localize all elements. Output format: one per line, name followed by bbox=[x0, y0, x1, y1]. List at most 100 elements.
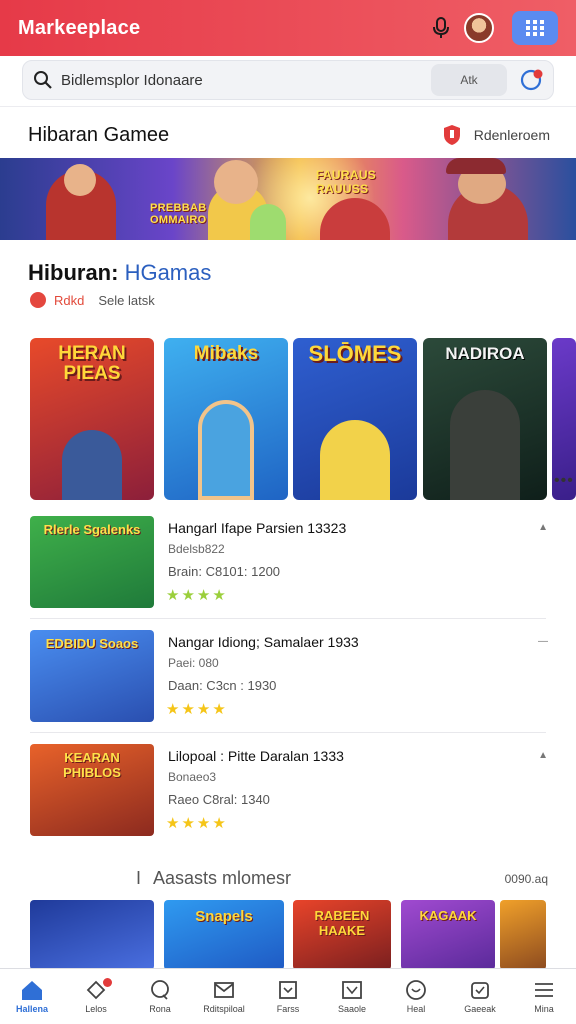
list-divider bbox=[30, 618, 546, 619]
nav-item-menu[interactable]: Mina bbox=[512, 969, 576, 1024]
recommend-card-title: RABEEN HAAKE bbox=[314, 908, 370, 938]
chevron-down-icon[interactable]: ▲ bbox=[538, 522, 548, 533]
nav-item-notifications[interactable]: Lelos bbox=[64, 969, 128, 1024]
nav-item-favorites[interactable]: Heal bbox=[384, 969, 448, 1024]
more-games-indicator[interactable]: ••• bbox=[554, 472, 574, 490]
list-item-rating: ★★★★ bbox=[166, 587, 228, 604]
banner-pet bbox=[250, 204, 286, 240]
game-card-title: Mibaks bbox=[193, 343, 259, 364]
nav-label: Mina bbox=[534, 1004, 554, 1014]
apps-grid-button[interactable] bbox=[512, 11, 558, 45]
recommend-more-link[interactable]: 0090.aq bbox=[505, 872, 548, 886]
games-section-title: Hiburan: HGamas bbox=[28, 260, 211, 286]
bottom-navigation: Hallena Lelos Rona Rditspiloal Farss Saa… bbox=[0, 968, 576, 1024]
nav-label: Saaole bbox=[337, 1004, 367, 1014]
search-bar: Bidlemsplor Idonaare Atk bbox=[22, 60, 554, 100]
games-section-subtitle: Rdkd Sele latsk bbox=[30, 292, 155, 308]
game-card[interactable]: Mibaks bbox=[164, 338, 288, 500]
games-section-title-accent: HGamas bbox=[118, 260, 212, 285]
mail-icon bbox=[214, 982, 234, 998]
banner-character-center-head bbox=[214, 160, 258, 204]
nav-label: Rona bbox=[149, 1004, 171, 1014]
list-divider bbox=[30, 732, 546, 733]
list-item-rating: ★★★★ bbox=[166, 701, 228, 718]
section-link-label: Rdenleroem bbox=[473, 127, 550, 143]
section-header-top: Hibaran Gamee Rdenleroem bbox=[28, 120, 550, 150]
app-title: Markeeplace bbox=[18, 16, 141, 39]
list-item-meta: Bonaeo3 bbox=[168, 770, 217, 784]
game-card[interactable]: NADIROA bbox=[423, 338, 547, 500]
games-sub-label[interactable]: Sele latsk bbox=[98, 293, 154, 308]
game-card-title: NADIROA bbox=[445, 344, 525, 363]
cart-button[interactable] bbox=[515, 64, 549, 96]
recommend-title: Aasasts mlomesr bbox=[153, 868, 292, 888]
section-link[interactable]: Rdenleroem bbox=[442, 124, 550, 146]
recommend-section-header: I Aasasts mlomesr 0090.aq bbox=[136, 868, 548, 889]
microphone-icon[interactable] bbox=[424, 11, 458, 45]
list-item-meta: Paei: 080 bbox=[168, 656, 219, 670]
section-title: Hibaran Gamee bbox=[28, 123, 170, 146]
camera-search-button[interactable]: Atk bbox=[431, 64, 507, 96]
shield-badge-icon bbox=[443, 125, 460, 145]
list-item[interactable]: KEARAN PHIBLOS Lilopoal : Pitte Daralan … bbox=[30, 744, 550, 836]
chevron-down-icon[interactable]: — bbox=[538, 636, 548, 647]
nav-item-chat[interactable]: Rona bbox=[128, 969, 192, 1024]
game-card[interactable]: HERAN PIEAS bbox=[30, 338, 154, 500]
tag-icon bbox=[279, 981, 297, 999]
nav-item-home[interactable]: Hallena bbox=[0, 969, 64, 1024]
recommend-prefix: I bbox=[136, 868, 142, 888]
gift-icon bbox=[471, 982, 489, 999]
list-item-thumb-title: KEARAN PHIBLOS bbox=[63, 750, 121, 780]
nav-label: Gaeeak bbox=[464, 1004, 496, 1014]
nav-label: Farss bbox=[276, 1004, 300, 1014]
nav-item-gifts[interactable]: Gaeeak bbox=[448, 969, 512, 1024]
banner-character-right-cap bbox=[446, 158, 506, 174]
nav-item-inbox[interactable]: Saaole bbox=[320, 969, 384, 1024]
list-item[interactable]: Rlerle Sgalenks Hangarl Ifape Parsien 13… bbox=[30, 516, 550, 608]
game-card-art bbox=[320, 420, 390, 500]
games-badge-label: Rdkd bbox=[54, 292, 85, 308]
inbox-icon bbox=[342, 981, 362, 999]
chat-icon bbox=[151, 980, 169, 1000]
banner-text-left: PREBBAB OMMAIRO bbox=[150, 202, 207, 226]
chevron-up-icon[interactable]: ▲ bbox=[538, 750, 548, 761]
list-item-meta: Brain: C8101: 1200 bbox=[168, 564, 281, 579]
nav-label: Rditspiloal bbox=[203, 1004, 245, 1014]
nav-item-mail[interactable]: Rditspiloal bbox=[192, 969, 256, 1024]
recommend-card-title: KAGAAK bbox=[419, 908, 477, 923]
nav-item-tags[interactable]: Farss bbox=[256, 969, 320, 1024]
list-item[interactable]: EDBIDU Soaos Nangar Idiong; Samalaer 193… bbox=[30, 630, 550, 722]
fire-icon bbox=[30, 292, 46, 308]
recommend-card-title: Snapels bbox=[195, 908, 253, 925]
games-section-title-main: Hiburan: bbox=[28, 260, 119, 285]
notification-badge bbox=[103, 978, 112, 987]
recommend-card[interactable]: KAGAAK bbox=[401, 900, 495, 970]
search-input[interactable]: Bidlemsplor Idonaare bbox=[61, 72, 431, 89]
list-item-name: Nangar Idiong; Samalaer 1933 bbox=[168, 634, 359, 650]
list-item-thumb-title: Rlerle Sgalenks bbox=[43, 522, 141, 537]
nav-label: Lelos bbox=[85, 1004, 107, 1014]
recommend-card[interactable] bbox=[30, 900, 154, 970]
user-avatar[interactable] bbox=[464, 13, 494, 43]
game-card-title: HERAN PIEAS bbox=[58, 343, 126, 384]
recommend-card[interactable] bbox=[500, 900, 546, 970]
menu-icon bbox=[535, 983, 553, 997]
banner-text-right: FAURAUS RAUUSS bbox=[316, 168, 377, 196]
cart-icon bbox=[520, 69, 543, 91]
heart-icon bbox=[406, 980, 426, 1000]
game-card[interactable]: SLŌMES bbox=[293, 338, 417, 500]
game-card-title: SLŌMES bbox=[308, 341, 402, 366]
list-item-thumb-title: EDBIDU Soaos bbox=[45, 636, 139, 651]
top-app-bar: Markeeplace bbox=[0, 0, 576, 56]
list-item-name: Hangarl Ifape Parsien 13323 bbox=[168, 520, 347, 536]
list-item-thumbnail: Rlerle Sgalenks bbox=[30, 516, 154, 608]
apps-grid-icon bbox=[526, 20, 544, 36]
search-icon bbox=[34, 71, 52, 89]
recommend-card[interactable]: RABEEN HAAKE bbox=[293, 900, 391, 970]
list-item-thumbnail: EDBIDU Soaos bbox=[30, 630, 154, 722]
recommend-card[interactable]: Snapels bbox=[164, 900, 284, 970]
game-card-art bbox=[62, 430, 122, 500]
list-item-name: Lilopoal : Pitte Daralan 1333 bbox=[168, 748, 344, 764]
list-item-thumbnail: KEARAN PHIBLOS bbox=[30, 744, 154, 836]
promo-banner[interactable]: PREBBAB OMMAIRO FAURAUS RAUUSS bbox=[0, 158, 576, 240]
